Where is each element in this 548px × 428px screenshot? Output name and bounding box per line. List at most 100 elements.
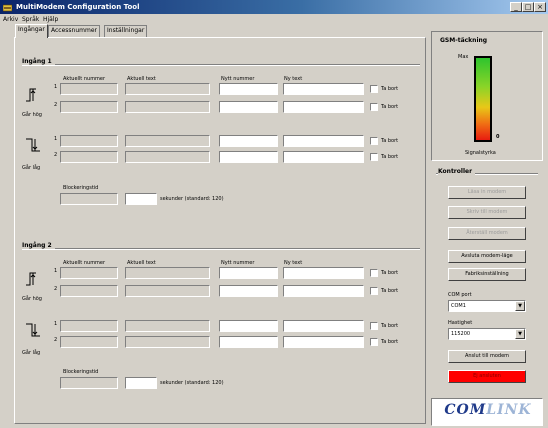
new-text-input[interactable] [283,101,364,113]
row-number: 2 [54,286,58,292]
current-number-field [60,285,118,297]
menu-bar: Arkiv Språk Hjälp [0,14,548,25]
remove-label: Ta bort [381,104,399,110]
com-port-select[interactable]: COM1 ▼ [448,300,526,312]
tab-ingangar[interactable]: Ingångar [15,24,48,38]
new-number-input[interactable] [219,135,278,147]
new-number-input[interactable] [219,320,278,332]
col-header-new-number: Nytt nummer [221,76,255,82]
com-port-label: COM port [448,292,472,298]
new-text-input[interactable] [283,151,364,163]
new-number-input[interactable] [219,151,278,163]
remove-label: Ta bort [381,270,399,276]
reset-modem-button[interactable]: Återställ modem [448,227,526,240]
remove-checkbox[interactable] [370,137,378,145]
remove-checkbox[interactable] [370,322,378,330]
row-number: 1 [54,136,58,142]
remove-checkbox[interactable] [370,103,378,111]
menu-hjalp[interactable]: Hjälp [43,15,58,24]
tab-panel [14,37,426,424]
current-block-time-field [60,377,118,389]
rising-edge-icon [24,271,42,287]
new-text-input[interactable] [283,135,364,147]
signal-strength-gauge [474,56,492,142]
block-time-unit-label: sekunder (standard: 120) [160,196,224,202]
row-number: 1 [54,321,58,327]
current-text-field [125,285,210,297]
new-number-input[interactable] [219,336,278,348]
new-number-input[interactable] [219,101,278,113]
connection-status-button[interactable]: Ej ansluten [448,370,526,383]
block-time-input[interactable] [125,193,157,205]
factory-reset-button[interactable]: Fabriksinställning [448,268,526,281]
new-text-input[interactable] [283,83,364,95]
current-text-field [125,267,210,279]
remove-checkbox[interactable] [370,153,378,161]
logo-part-1: COM [444,402,487,418]
ingang2-title: Ingång 2 [22,242,55,249]
new-number-input[interactable] [219,285,278,297]
dropdown-arrow-icon[interactable]: ▼ [515,301,525,311]
connect-button[interactable]: Anslut till modem [448,350,526,363]
new-text-input[interactable] [283,336,364,348]
menu-arkiv[interactable]: Arkiv [3,15,18,24]
current-number-field [60,101,118,113]
remove-label: Ta bort [381,323,399,329]
remove-label: Ta bort [381,154,399,160]
com-port-value: COM1 [451,303,466,309]
tab-installningar[interactable]: Inställningar [104,25,148,37]
baud-select[interactable]: 115200 ▼ [448,328,526,340]
row-number: 1 [54,268,58,274]
dropdown-arrow-icon[interactable]: ▼ [515,329,525,339]
falling-edge-icon [24,137,42,153]
state-label-falling: Går låg [22,350,41,356]
read-modem-button[interactable]: Läsa in modem [448,186,526,199]
new-text-input[interactable] [283,285,364,297]
state-label-falling: Går låg [22,165,41,171]
current-number-field [60,135,118,147]
group-divider [22,64,420,66]
maximize-button[interactable]: □ [522,2,534,12]
block-time-input[interactable] [125,377,157,389]
current-number-field [60,320,118,332]
current-number-field [60,267,118,279]
current-text-field [125,135,210,147]
title-bar[interactable]: MultiModem Configuration Tool _ □ × [0,0,548,14]
col-header-current-text: Aktuell text [127,76,156,82]
minimize-button[interactable]: _ [510,2,522,12]
col-header-current-text: Aktuell text [127,260,156,266]
rising-edge-icon [24,87,42,103]
current-text-field [125,151,210,163]
close-button[interactable]: × [534,2,546,12]
block-time-label: Blockeringstid [63,369,99,375]
exit-modem-mode-button[interactable]: Avsluta modem-läge [448,250,526,263]
current-text-field [125,320,210,332]
write-modem-button[interactable]: Skriv till modem [448,206,526,219]
new-text-input[interactable] [283,320,364,332]
kontroller-title: Kontroller [438,168,476,175]
remove-checkbox[interactable] [370,287,378,295]
new-number-input[interactable] [219,83,278,95]
gsm-max-label: Max [458,54,469,60]
menu-sprak[interactable]: Språk [22,15,39,24]
current-text-field [125,101,210,113]
app-icon [2,3,13,12]
ingang1-title: Ingång 1 [22,58,55,65]
current-text-field [125,336,210,348]
tab-accessnummer[interactable]: Accessnummer [48,25,100,37]
gsm-value: 0 [496,134,500,140]
gsm-title: GSM-täckning [440,37,488,44]
remove-checkbox[interactable] [370,338,378,346]
new-number-input[interactable] [219,267,278,279]
window-title: MultiModem Configuration Tool [16,3,140,11]
remove-checkbox[interactable] [370,269,378,277]
col-header-current-number: Aktuellt nummer [63,76,106,82]
remove-label: Ta bort [381,138,399,144]
new-text-input[interactable] [283,267,364,279]
current-block-time-field [60,193,118,205]
remove-checkbox[interactable] [370,85,378,93]
baud-value: 115200 [451,331,471,337]
state-label-rising: Går hög [22,112,42,118]
baud-label: Hastighet [448,320,473,326]
current-number-field [60,151,118,163]
